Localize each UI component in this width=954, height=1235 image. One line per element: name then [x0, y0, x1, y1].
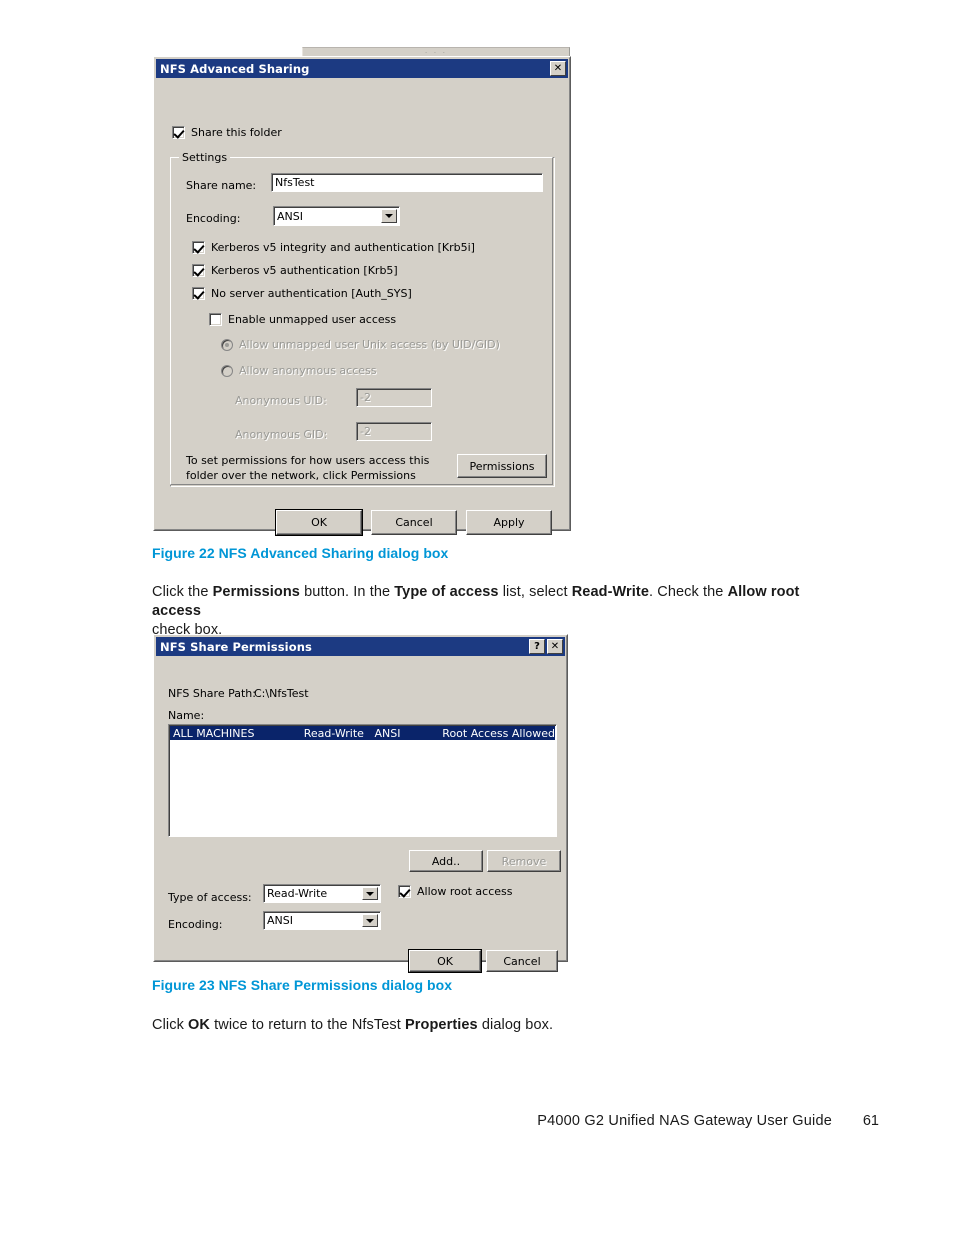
para1-seg4: . Check the	[649, 584, 728, 600]
help-icon[interactable]: ?	[529, 639, 545, 654]
type-of-access-label: Type of access:	[168, 891, 252, 904]
permissions-ok-button[interactable]: OK	[408, 949, 482, 973]
share-this-folder-label: Share this folder	[191, 126, 282, 139]
body-paragraph-1: Click the Permissions button. In the Typ…	[152, 583, 852, 640]
para2-seg2: twice to return to the NfsTest	[210, 1017, 405, 1033]
permissions-cancel-button[interactable]: Cancel	[486, 950, 558, 972]
row-machine: ALL MACHINES	[173, 726, 255, 740]
anonymous-uid-label: Anonymous UID:	[235, 394, 327, 407]
para1-seg2: button. In the	[299, 584, 395, 600]
no-server-auth-label: No server authentication [Auth_SYS]	[211, 287, 412, 300]
clipped-window-edge: · · ·	[302, 47, 570, 57]
enable-unmapped-user-access-row[interactable]: Enable unmapped user access	[209, 313, 396, 326]
nfs-advanced-sharing-dialog: NFS Advanced Sharing ✕ Share this folder…	[153, 56, 571, 536]
anonymous-uid-input: -2	[356, 388, 432, 407]
nfs-share-path-value: C:\NfsTest	[254, 687, 309, 700]
allow-unmapped-unix-access-radio	[221, 338, 233, 351]
anonymous-gid-input: -2	[356, 422, 432, 441]
allow-root-access-row[interactable]: Allow root access	[398, 885, 512, 898]
kerberos-krb5i-row[interactable]: Kerberos v5 integrity and authentication…	[192, 241, 475, 254]
allow-anonymous-access-radio	[221, 364, 233, 377]
para2-seg1: Click	[152, 1017, 189, 1033]
para1-bold-type-of-access: Type of access	[394, 584, 499, 600]
permissions-button[interactable]: Permissions	[457, 454, 547, 478]
chevron-down-icon[interactable]	[362, 887, 378, 900]
permissions-encoding-combobox[interactable]: ANSI	[263, 911, 381, 930]
kerberos-krb5-row[interactable]: Kerberos v5 authentication [Krb5]	[192, 264, 398, 277]
nfs-share-path-label: NFS Share Path:	[168, 687, 256, 700]
enable-unmapped-user-access-checkbox[interactable]	[209, 313, 222, 326]
add-button[interactable]: Add..	[409, 850, 483, 872]
permissions-hint-line1: To set permissions for how users access …	[186, 454, 430, 467]
para1-bold-read-write: Read-Write	[571, 584, 649, 600]
footer-page-number: 61	[862, 1113, 879, 1129]
remove-button: Remove	[487, 850, 561, 872]
para1-bold-permissions: Permissions	[212, 584, 300, 600]
share-this-folder-checkbox-row[interactable]: Share this folder	[172, 126, 282, 139]
no-server-auth-row[interactable]: No server authentication [Auth_SYS]	[192, 287, 412, 300]
permissions-dialog-title: NFS Share Permissions	[160, 639, 312, 654]
permissions-dialog-titlebar: NFS Share Permissions ? ✕	[156, 637, 565, 656]
enable-unmapped-user-access-label: Enable unmapped user access	[228, 313, 397, 326]
apply-button[interactable]: Apply	[466, 510, 552, 535]
chevron-down-icon[interactable]	[362, 914, 378, 927]
permissions-encoding-value: ANSI	[267, 914, 293, 927]
kerberos-krb5-checkbox[interactable]	[192, 264, 205, 277]
close-icon[interactable]: ✕	[547, 639, 563, 654]
encoding-label: Encoding:	[186, 212, 241, 225]
nfs-share-permissions-dialog: NFS Share Permissions ? ✕ NFS Share Path…	[153, 634, 568, 973]
kerberos-krb5i-checkbox[interactable]	[192, 241, 205, 254]
type-of-access-combobox[interactable]: Read-Write	[263, 884, 381, 903]
permissions-hint-line2: folder over the network, click Permissio…	[186, 469, 416, 482]
para1-seg3: list, select	[498, 584, 572, 600]
row-root-access: Root Access Allowed	[442, 726, 555, 740]
para2-bold-ok: OK	[188, 1017, 210, 1033]
permissions-encoding-label: Encoding:	[168, 918, 223, 931]
settings-groupbox-title: Settings	[179, 151, 231, 164]
share-name-label: Share name:	[186, 179, 257, 192]
chevron-down-icon[interactable]	[381, 209, 397, 223]
figure-22-caption: Figure 22 NFS Advanced Sharing dialog bo…	[152, 545, 449, 561]
allow-root-access-checkbox[interactable]	[398, 885, 411, 898]
encoding-combobox-value: ANSI	[277, 209, 303, 223]
allow-anonymous-access-row: Allow anonymous access	[221, 364, 377, 377]
para2-bold-properties: Properties	[405, 1017, 478, 1033]
allow-root-access-label: Allow root access	[417, 885, 513, 898]
row-access: Read-Write	[303, 726, 364, 740]
footer-guide-title: P4000 G2 Unified NAS Gateway User Guide	[537, 1113, 832, 1129]
anonymous-gid-label: Anonymous GID:	[235, 428, 328, 441]
kerberos-krb5-label: Kerberos v5 authentication [Krb5]	[211, 264, 398, 277]
kerberos-krb5i-label: Kerberos v5 integrity and authentication…	[211, 241, 475, 254]
encoding-combobox[interactable]: ANSI	[273, 206, 400, 226]
para1-seg1: Click the	[152, 584, 213, 600]
share-this-folder-checkbox[interactable]	[172, 126, 185, 139]
allow-anonymous-access-label: Allow anonymous access	[239, 364, 377, 377]
ok-button[interactable]: OK	[275, 509, 363, 536]
no-server-auth-checkbox[interactable]	[192, 287, 205, 300]
dialog-title: NFS Advanced Sharing	[160, 61, 310, 76]
close-icon[interactable]: ✕	[550, 61, 566, 76]
body-paragraph-2: Click OK twice to return to the NfsTest …	[152, 1016, 852, 1035]
name-label: Name:	[168, 709, 205, 722]
page-footer: P4000 G2 Unified NAS Gateway User Guide …	[0, 1113, 954, 1173]
share-name-input[interactable]: NfsTest	[271, 173, 543, 192]
row-encoding: ANSI	[374, 726, 401, 740]
permissions-listview[interactable]: ALL MACHINES Read-Write ANSI Root Access…	[168, 724, 557, 837]
allow-unmapped-unix-access-label: Allow unmapped user Unix access (by UID/…	[239, 338, 500, 351]
dialog-titlebar: NFS Advanced Sharing ✕	[156, 59, 568, 78]
table-row[interactable]: ALL MACHINES Read-Write ANSI Root Access…	[170, 726, 555, 740]
cancel-button[interactable]: Cancel	[371, 510, 457, 535]
allow-unmapped-unix-access-row: Allow unmapped user Unix access (by UID/…	[221, 338, 500, 351]
figure-23-caption: Figure 23 NFS Share Permissions dialog b…	[152, 977, 453, 993]
para2-seg3: dialog box.	[477, 1017, 554, 1033]
type-of-access-value: Read-Write	[267, 887, 328, 900]
